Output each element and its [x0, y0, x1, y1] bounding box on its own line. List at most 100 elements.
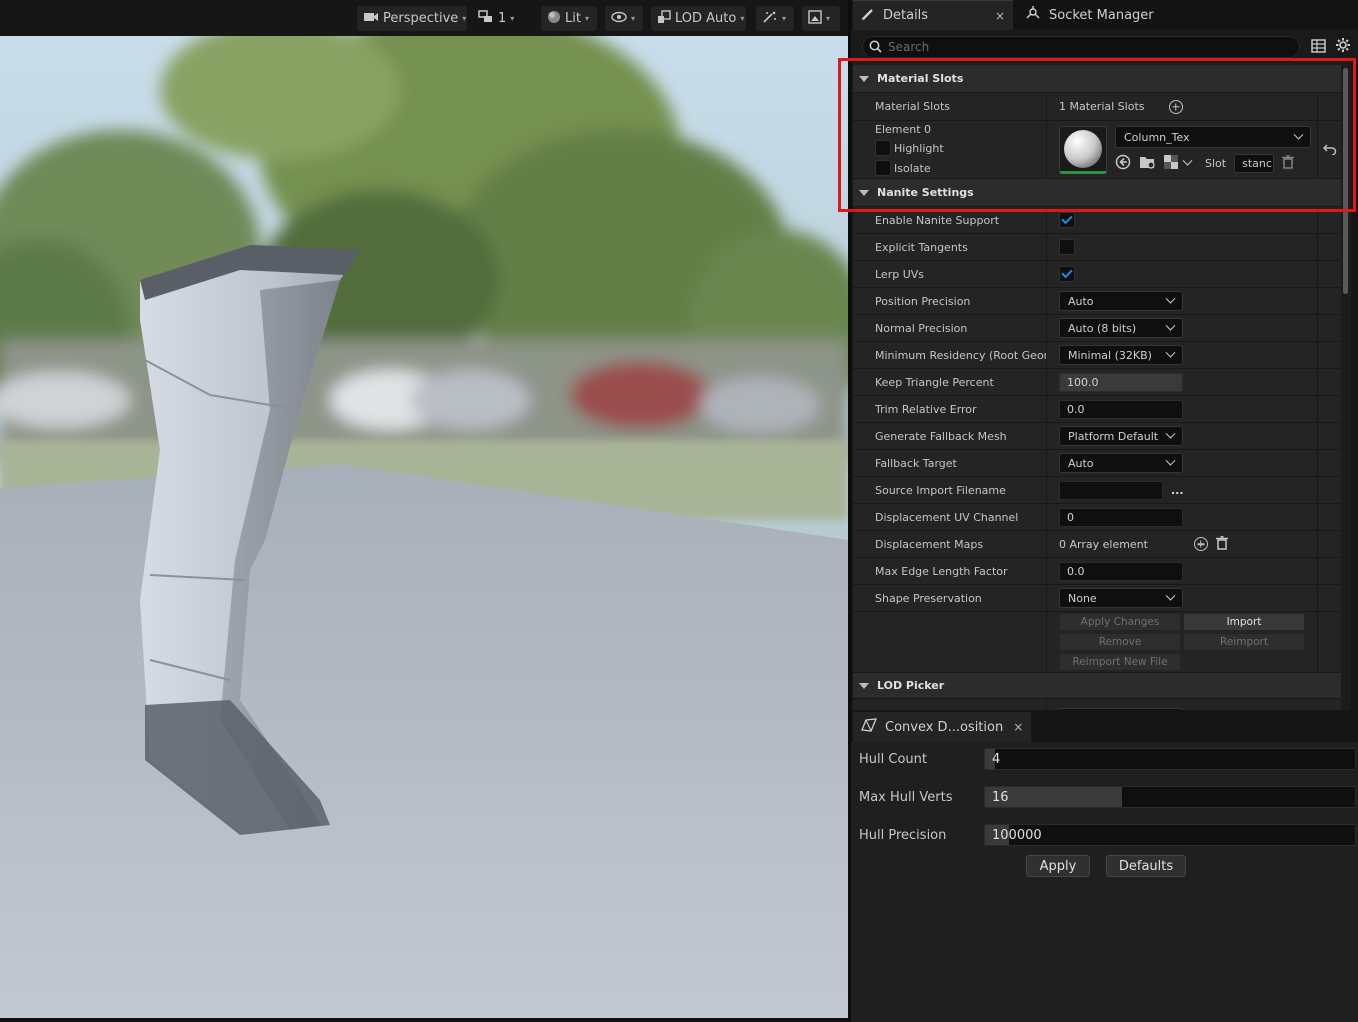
isolate-checkbox[interactable]	[875, 160, 891, 176]
details-scrollbar[interactable]	[1341, 62, 1351, 710]
chevron-down-icon	[1165, 428, 1176, 439]
nanite-number-input[interactable]: 100.0	[1059, 372, 1183, 392]
max-hull-verts-slider[interactable]: 16	[984, 786, 1356, 808]
apply-changes-button[interactable]: Apply Changes	[1059, 613, 1181, 631]
viewport-bottom-bar	[0, 1018, 848, 1022]
nanite-checkbox[interactable]	[1059, 239, 1075, 255]
prop-label: Generate Fallback Mesh	[853, 423, 1047, 449]
lod-picker-section-header[interactable]: LOD Picker	[853, 673, 1341, 699]
3d-scene[interactable]	[0, 36, 848, 1020]
chevron-down-icon	[1165, 320, 1176, 331]
slot-name-field[interactable]: stanc	[1234, 154, 1275, 173]
nanite-dropdown[interactable]: None	[1059, 588, 1183, 608]
prop-label: Displacement Maps	[853, 531, 1047, 557]
filename-input[interactable]	[1059, 480, 1163, 500]
reset-to-default-icon[interactable]	[1322, 140, 1337, 159]
nanite-settings-section-header[interactable]: Nanite Settings	[853, 179, 1341, 207]
lod-dropdown[interactable]	[1059, 707, 1183, 710]
tab-socket-manager-label: Socket Manager	[1049, 7, 1154, 23]
hull-count-label: Hull Count	[859, 751, 927, 767]
scrollbar-thumb[interactable]	[1343, 68, 1348, 294]
remove-button[interactable]: Remove	[1059, 633, 1181, 651]
import-button[interactable]: Import	[1183, 613, 1305, 631]
camera-icon	[363, 11, 379, 27]
perspective-button[interactable]: Perspective ▾	[357, 6, 467, 31]
nanite-prop-row: Minimum Residency (Root Geome Minimal (32…	[853, 342, 1341, 369]
nanite-dropdown[interactable]: Auto	[1059, 291, 1183, 311]
highlight-toggle[interactable]: Highlight	[875, 140, 944, 156]
effects-button[interactable]: ▾	[756, 6, 794, 31]
image-icon	[808, 9, 822, 28]
hull-precision-row: Hull Precision 100000	[851, 823, 1358, 847]
details-panel-area: Details × Socket Manager Material Slots	[848, 0, 1358, 1022]
chevron-down-icon	[1165, 590, 1176, 601]
layers-button[interactable]: 1 ▾	[472, 6, 520, 31]
nanite-dropdown[interactable]: Auto	[1059, 453, 1183, 473]
delete-icon[interactable]	[1215, 535, 1228, 553]
element-0-label: Element 0	[875, 123, 932, 136]
dropdown-value: Auto	[1068, 294, 1094, 308]
dropdown-value: Auto	[1068, 456, 1094, 470]
tab-convex-decomposition[interactable]: Convex D...osition ×	[853, 712, 1032, 742]
search-icon	[869, 38, 882, 57]
table-view-icon[interactable]	[1311, 38, 1326, 57]
add-element-icon[interactable]	[1168, 99, 1183, 114]
reimport-new-file-button[interactable]: Reimport New File	[1059, 653, 1181, 671]
nanite-checkbox[interactable]	[1059, 212, 1075, 228]
nanite-checkbox[interactable]	[1059, 266, 1075, 282]
hull-count-input[interactable]: 4	[984, 748, 1356, 770]
material-asset-dropdown[interactable]: Column_Tex	[1115, 126, 1311, 148]
browse-folder-icon[interactable]	[1139, 155, 1156, 173]
nanite-number-input[interactable]: 0.0	[1059, 561, 1183, 581]
material-sphere-icon	[1064, 129, 1102, 168]
dropdown-value: Minimal (32KB)	[1068, 348, 1152, 362]
browse-dots-button[interactable]: ...	[1171, 484, 1184, 497]
nanite-dropdown[interactable]: Auto (8 bits)	[1059, 318, 1183, 338]
lod-button[interactable]: LOD Auto ▾	[651, 6, 746, 31]
nanite-button-grid: Apply Changes Import Remove Reimport Rei…	[1059, 613, 1305, 671]
gear-icon[interactable]	[1335, 37, 1351, 57]
element-0-row: Element 0 Highlight Isolate Column_Tex S…	[853, 121, 1341, 179]
search-field[interactable]	[862, 36, 1300, 58]
search-input[interactable]	[888, 40, 1288, 54]
use-selected-icon[interactable]	[1115, 154, 1131, 173]
tab-socket-manager[interactable]: Socket Manager	[1017, 0, 1162, 30]
add-element-icon[interactable]	[1193, 537, 1208, 551]
lit-mode-button[interactable]: Lit ▾	[541, 6, 597, 31]
chevron-down-icon: ▾	[631, 14, 636, 23]
chevron-down-icon[interactable]	[1182, 155, 1193, 166]
nanite-number-input[interactable]: 0.0	[1059, 399, 1183, 419]
highlight-label: Highlight	[894, 141, 944, 155]
hull-count-row: Hull Count 4	[851, 747, 1358, 771]
tab-details[interactable]: Details ×	[853, 0, 1013, 30]
material-slots-section-header[interactable]: Material Slots	[853, 65, 1341, 93]
perspective-label: Perspective	[383, 11, 459, 26]
prop-label: Max Edge Length Factor	[853, 558, 1047, 584]
delete-icon[interactable]	[1282, 155, 1295, 172]
screen-options-button[interactable]: ▾	[802, 6, 840, 31]
isolate-toggle[interactable]: Isolate	[875, 160, 931, 176]
defaults-button[interactable]: Defaults	[1106, 855, 1186, 877]
chevron-down-icon	[1165, 347, 1176, 358]
level-viewport[interactable]: Perspective ▾ 1 ▾ Lit ▾ ▾ LOD Auto ▾ ▾ ▾	[0, 0, 848, 1022]
nanite-dropdown[interactable]: Minimal (32KB)	[1059, 345, 1183, 365]
highlight-checkbox[interactable]	[875, 140, 891, 156]
material-thumbnail[interactable]	[1059, 125, 1107, 174]
close-icon[interactable]: ×	[1013, 720, 1023, 734]
hull-precision-input[interactable]: 100000	[984, 824, 1356, 846]
grid-snap-icon	[478, 9, 494, 28]
prop-label: Enable Nanite Support	[853, 207, 1047, 233]
material-slots-count: 1 Material Slots	[1059, 100, 1145, 113]
show-flags-button[interactable]: ▾	[605, 6, 643, 31]
section-title: Nanite Settings	[877, 186, 974, 199]
dropdown-value: Auto (8 bits)	[1068, 321, 1137, 335]
reimport-button[interactable]: Reimport	[1183, 633, 1305, 651]
nanite-prop-row: Max Edge Length Factor 0.0	[853, 558, 1341, 585]
close-icon[interactable]: ×	[995, 9, 1005, 23]
apply-button[interactable]: Apply	[1026, 855, 1090, 877]
prop-label: Position Precision	[853, 288, 1047, 314]
nanite-dropdown[interactable]: Platform Default	[1059, 426, 1183, 446]
nanite-number-input[interactable]: 0	[1059, 507, 1183, 527]
section-title: LOD Picker	[877, 679, 945, 692]
checker-icon[interactable]	[1164, 155, 1178, 172]
